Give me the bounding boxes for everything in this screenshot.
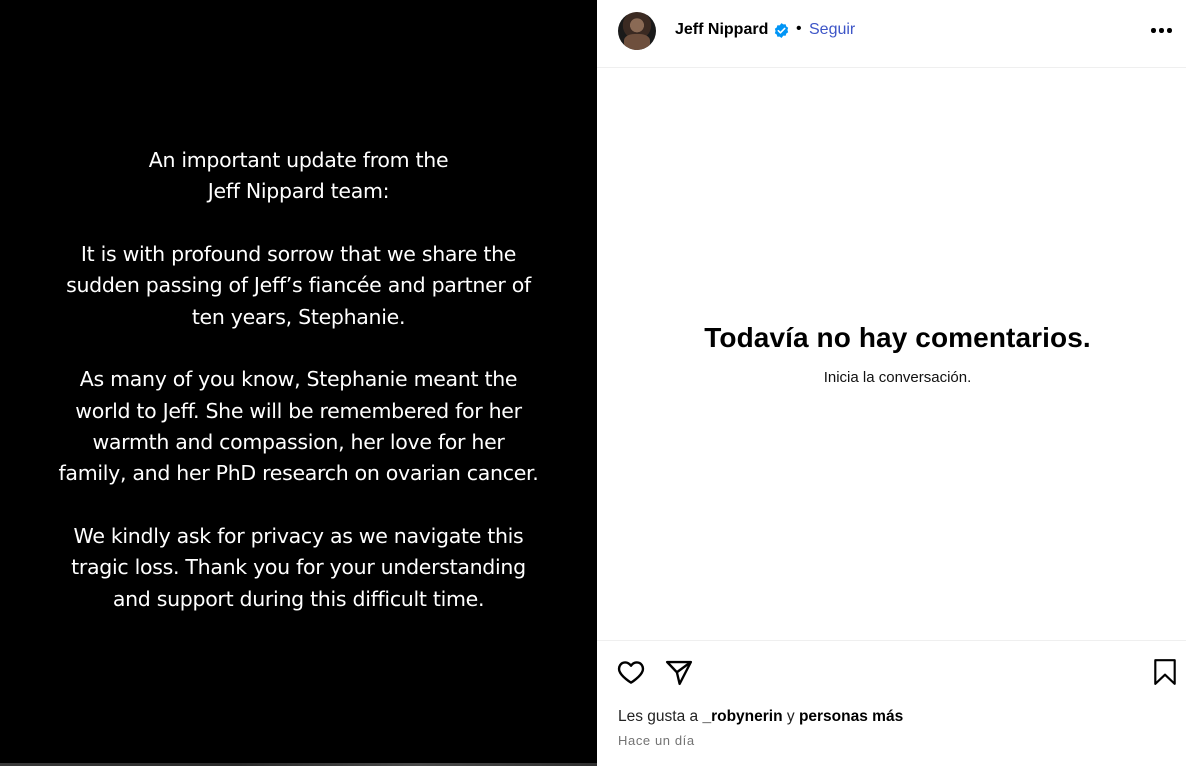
likes-connector: y	[782, 708, 799, 725]
empty-comments-title: Todavía no hay comentarios.	[704, 322, 1091, 353]
announcement-paragraph: An important update from the Jeff Nippar…	[148, 148, 449, 204]
empty-comments-subtitle: Inicia la conversación.	[823, 369, 972, 386]
bookmark-icon[interactable]	[1152, 658, 1178, 686]
announcement-text: An important update from the Jeff Nippar…	[0, 145, 597, 647]
post-header: Jeff Nippard • Seguir	[597, 0, 1186, 68]
post-timestamp[interactable]: Hace un día	[618, 733, 695, 748]
liker-username-link[interactable]: _robynerin	[702, 708, 782, 725]
verified-badge-icon	[774, 23, 789, 38]
post-actions: Les gusta a _robynerin y personas más Ha…	[597, 640, 1186, 766]
likes-summary: Les gusta a _robynerin y personas más	[618, 708, 903, 726]
follow-button[interactable]: Seguir	[809, 21, 855, 39]
announcement-paragraph: As many of you know, Stephanie meant the…	[58, 367, 539, 486]
likes-prefix: Les gusta a	[618, 708, 703, 725]
username-link[interactable]: Jeff Nippard	[675, 21, 768, 39]
more-options-icon[interactable]	[1151, 28, 1173, 34]
heart-icon[interactable]	[616, 657, 646, 687]
separator-dot: •	[796, 20, 802, 37]
announcement-paragraph: We kindly ask for privacy as we navigate…	[71, 524, 526, 611]
post-side-panel: Jeff Nippard • Seguir Todavía no hay com…	[597, 0, 1186, 766]
announcement-paragraph: It is with profound sorrow that we share…	[66, 242, 531, 329]
other-likers-link[interactable]: personas más	[799, 708, 903, 725]
avatar[interactable]	[618, 12, 656, 50]
paper-plane-icon[interactable]	[664, 657, 694, 687]
post-image: An important update from the Jeff Nippar…	[0, 0, 597, 766]
